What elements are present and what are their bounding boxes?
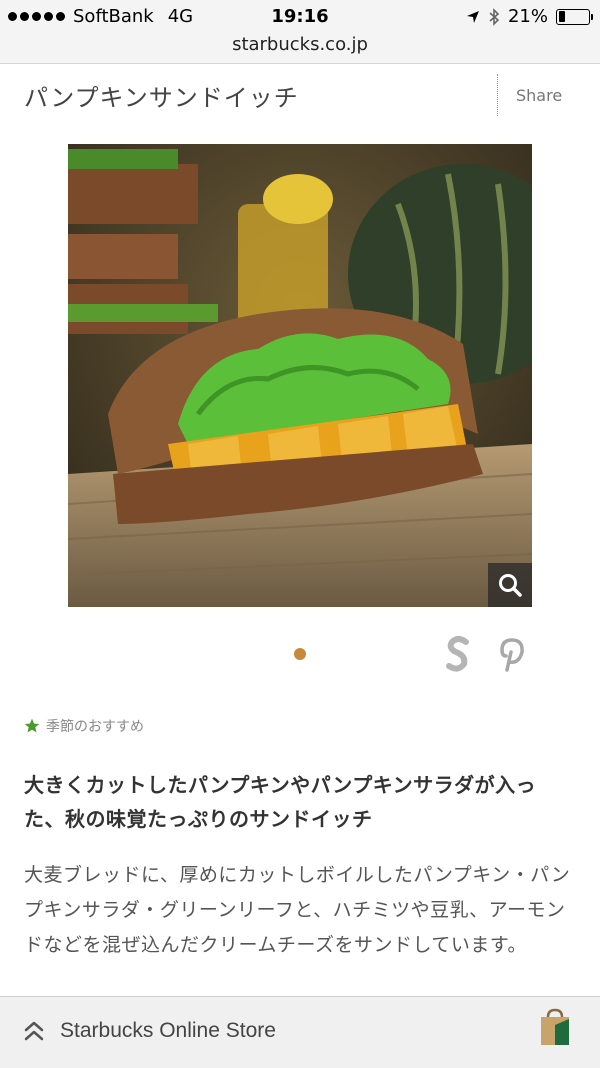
product-image[interactable] — [68, 144, 532, 607]
category-label: 季節のおすすめ — [24, 716, 144, 736]
product-headline: 大きくカットしたパンプキンやパンプキンサラダが入った、秋の味覚たっぷりのサンドイ… — [24, 773, 537, 831]
zoom-button[interactable] — [488, 563, 532, 607]
category-text: 季節のおすすめ — [46, 719, 144, 735]
bluetooth-icon — [489, 7, 500, 26]
pinterest-icon[interactable] — [497, 634, 527, 674]
page-title: パンプキンサンドイッチ — [24, 84, 299, 112]
location-arrow-icon — [466, 10, 479, 23]
online-store-label: Starbucks Online Store — [60, 1019, 276, 1042]
share-button[interactable]: Share — [516, 86, 562, 105]
battery-icon — [556, 8, 593, 25]
sandwich-illustration — [68, 144, 532, 607]
header-divider — [497, 74, 498, 116]
shopping-bag-icon[interactable] — [536, 1007, 574, 1047]
url-bar[interactable]: starbucks.co.jp — [0, 34, 600, 64]
carousel-indicator-dot[interactable] — [294, 648, 306, 660]
zoom-icon — [499, 574, 522, 597]
starbucks-share-icon[interactable] — [444, 634, 474, 674]
online-store-bar[interactable]: Starbucks Online Store — [0, 996, 600, 1068]
double-chevron-up-icon — [24, 1021, 44, 1041]
page-header: パンプキンサンドイッチ Share — [0, 64, 600, 124]
url-domain: starbucks.co.jp — [232, 34, 368, 55]
battery-percent: 21% — [507, 6, 548, 27]
status-bar: SoftBank 4G 19:16 21% — [0, 0, 600, 34]
star-icon — [24, 718, 40, 733]
product-description: 大麦ブレッドに、厚めにカットしボイルしたパンプキン・パンプキンサラダ・グリーンリ… — [24, 864, 571, 956]
